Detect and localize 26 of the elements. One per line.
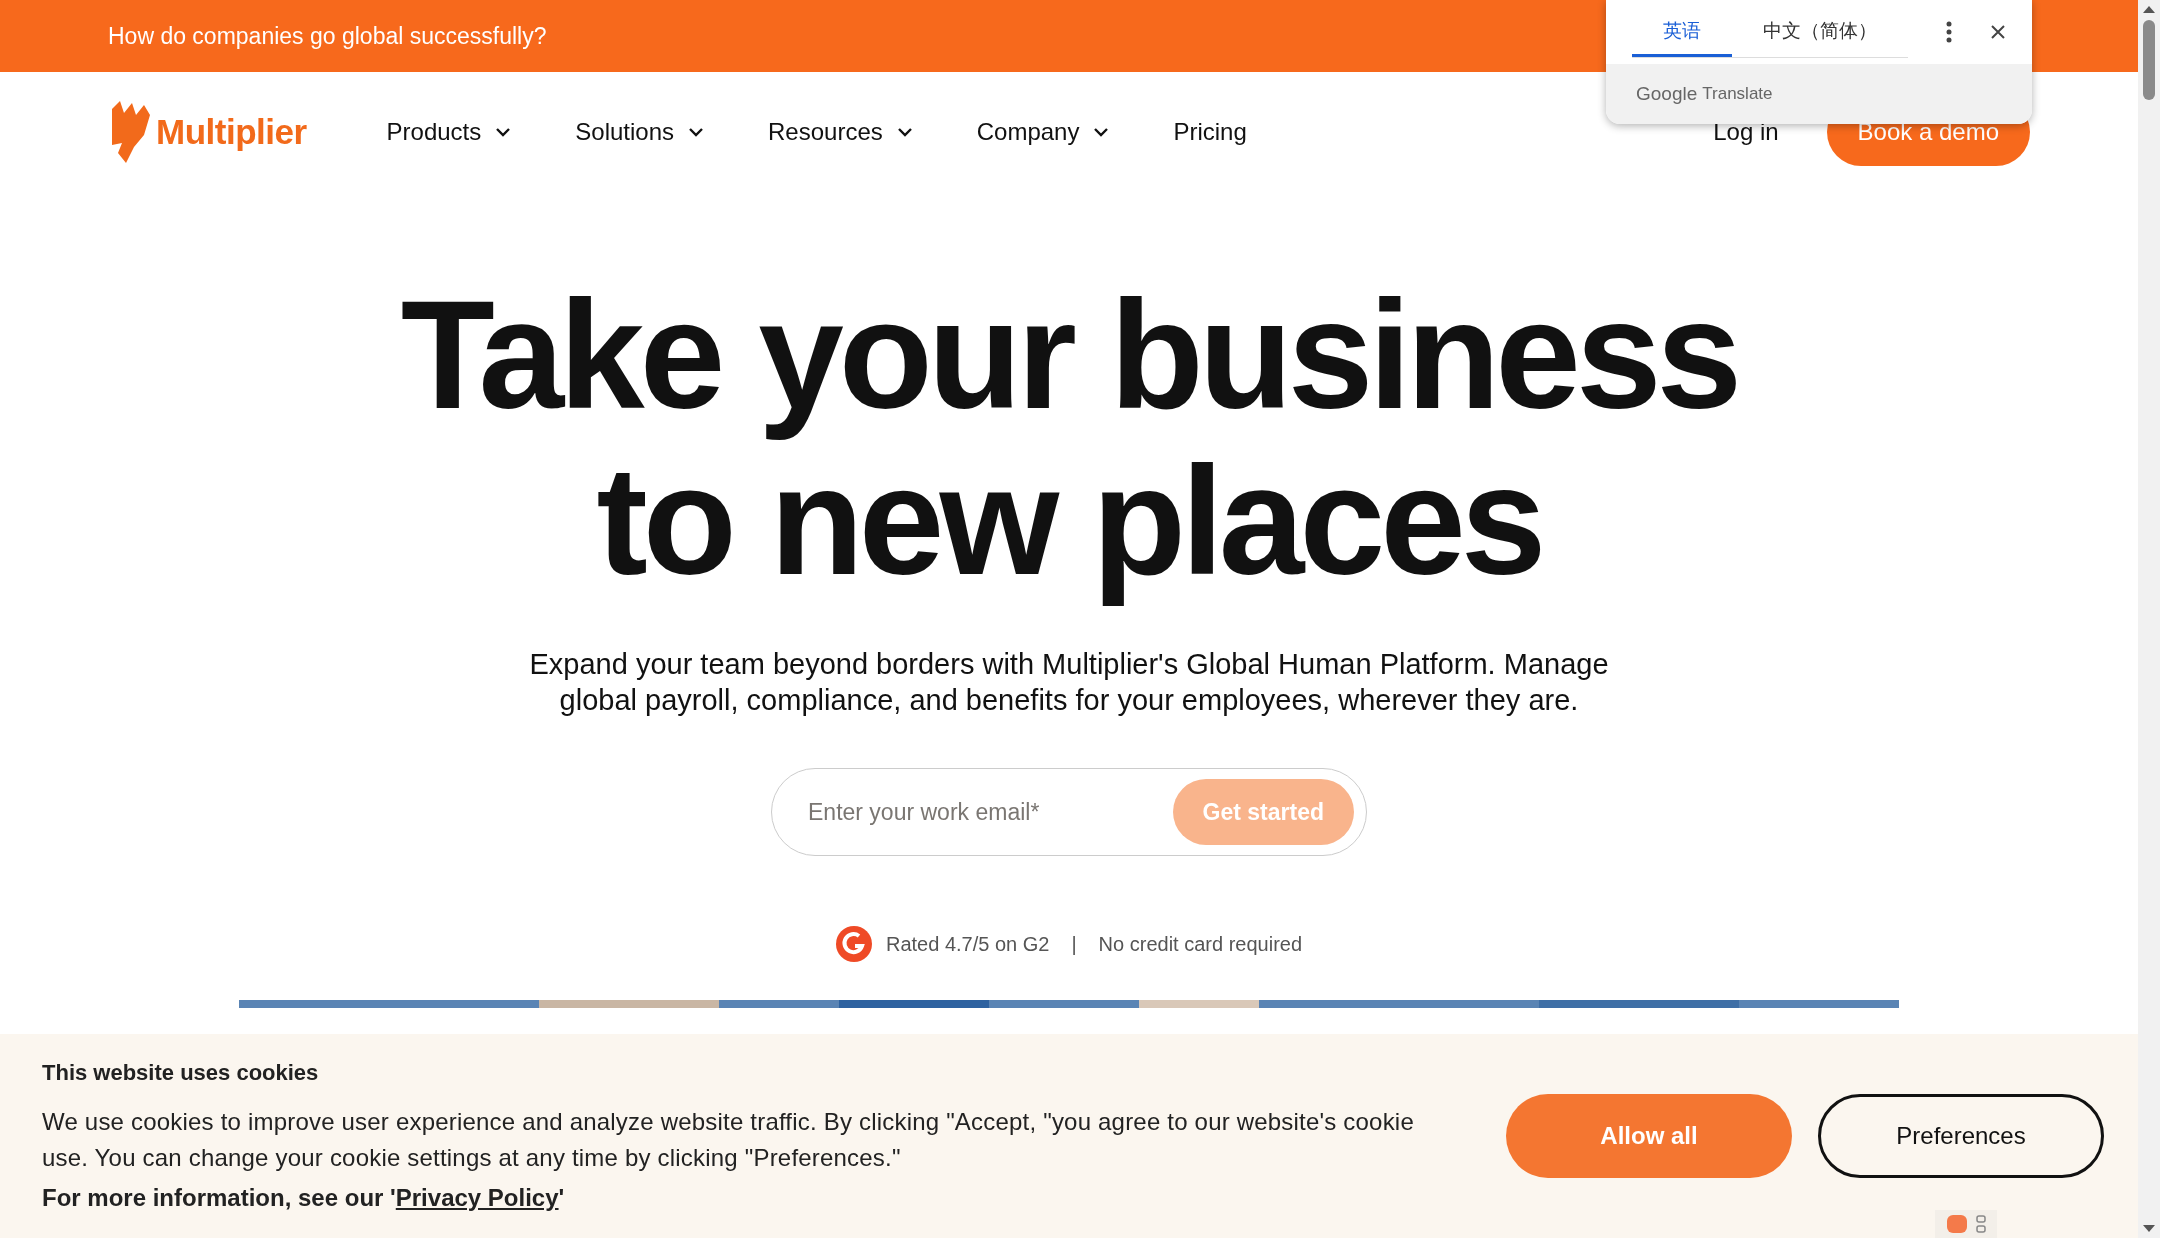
scroll-up-icon[interactable] bbox=[2142, 4, 2156, 14]
nav-menu-item[interactable]: Products bbox=[386, 118, 512, 146]
hero-headline: Take your business bbox=[399, 272, 1739, 438]
close-icon[interactable] bbox=[1990, 24, 2006, 40]
cookie-description: We use cookies to improve user experience and analyze website traffic. By clicking "Accept, "you agree to our website's cookie use. You can change your cookie settings at any time by clicking "Preferences." bbox=[42, 1107, 1415, 1173]
nav-menu-item[interactable]: Solutions bbox=[575, 118, 704, 146]
google-logo-text: Google bbox=[1636, 83, 1698, 105]
more-options-icon[interactable] bbox=[1946, 21, 1952, 43]
scrollbar[interactable] bbox=[2138, 0, 2160, 1238]
privacy-policy-link[interactable]: Privacy Policy bbox=[395, 1184, 559, 1211]
privacy-sentence: For more information, see our 'Privacy Policy' bbox=[42, 1184, 566, 1212]
language-tab[interactable]: 中文（简体） bbox=[1732, 6, 1908, 57]
language-tab[interactable]: 英语 bbox=[1632, 6, 1732, 57]
nav-menu-item[interactable]: Company bbox=[976, 118, 1110, 146]
cookie-button[interactable]: Preferences bbox=[1818, 1094, 2104, 1178]
cookie-title: This website uses cookies bbox=[42, 1060, 320, 1086]
rating-text: Rated 4.7/5 on G2 bbox=[885, 932, 1050, 956]
hero-subtitle: Expand your team beyond borders with Multiplier's Global Human Platform. Manage global payroll, compliance, and benefits for your employees, wherever they are. bbox=[528, 647, 1610, 718]
no-card-note: No credit card required bbox=[1098, 932, 1303, 956]
scrollbar-thumb[interactable] bbox=[2143, 20, 2155, 100]
nav-menu-item[interactable]: Resources bbox=[768, 118, 913, 146]
translate-label: Translate bbox=[1702, 84, 1773, 104]
scroll-down-icon[interactable] bbox=[2142, 1224, 2156, 1234]
rating-badge-icon bbox=[835, 926, 872, 962]
separator-text: | bbox=[1071, 932, 1077, 956]
nav-menu-item[interactable]: Pricing bbox=[1173, 118, 1247, 146]
